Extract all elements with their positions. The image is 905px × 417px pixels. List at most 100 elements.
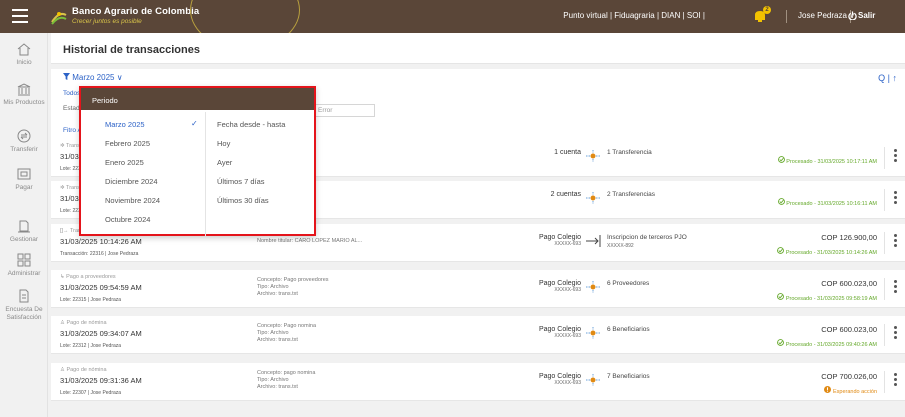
- concept-line: Tipo: Archivo: [257, 330, 289, 336]
- table-row[interactable]: ↳ Pago a proveedores 31/03/2025 09:54:59 …: [51, 270, 905, 308]
- range-option[interactable]: Fecha desde - hasta: [217, 120, 285, 139]
- period-option[interactable]: Noviembre 2024: [105, 196, 160, 215]
- distribution-icon: [585, 280, 601, 294]
- origin-account: Pago Colegio XXXXX-693: [451, 373, 581, 386]
- more-options-icon[interactable]: [891, 234, 899, 250]
- range-option[interactable]: Últimos 7 días: [217, 177, 285, 196]
- period-option-label: Marzo 2025: [105, 120, 145, 129]
- error-status-chip[interactable]: Error: [313, 104, 375, 117]
- divider: [205, 112, 206, 236]
- sidebar-item-label: Mis Productos: [3, 99, 45, 106]
- range-option[interactable]: Ayer: [217, 158, 285, 177]
- bank-logo-icon: [51, 12, 67, 25]
- sidebar-item-inicio[interactable]: Inicio: [0, 43, 48, 67]
- concept-line: Archivo: trans.txt: [257, 291, 298, 297]
- period-option[interactable]: Febrero 2025: [105, 139, 160, 158]
- distribution-icon: [585, 191, 601, 205]
- status-text: Procesado - 31/03/2025 10:14:26 AM: [785, 250, 877, 256]
- transaction-batch: Transacción: 22316 | Jose Pedraza: [60, 251, 139, 257]
- period-option[interactable]: Octubre 2024: [105, 215, 160, 234]
- status-text: Esperando acción: [832, 389, 877, 395]
- status-badge: Esperando acción: [824, 386, 877, 395]
- transaction-date: 31/03/2025 09:54:59 AM: [60, 283, 142, 292]
- origin-label: 2 cuentas: [550, 191, 581, 198]
- destination: 1 Transferencia: [607, 149, 652, 157]
- status-badge: Procesado - 31/03/2025 10:17:11 AM: [777, 156, 877, 165]
- sidebar-item-mis-productos[interactable]: Mis Productos: [0, 83, 48, 107]
- sidebar-item-administrar[interactable]: Administrar: [0, 253, 48, 278]
- top-links[interactable]: Punto virtual | Fiduagraria | DIAN | SOI…: [563, 11, 705, 20]
- origin-account: Pago Colegio XXXXX-693: [451, 326, 581, 339]
- origin-label: Pago Colegio: [538, 280, 581, 287]
- status-badge: Procesado - 31/03/2025 10:16:11 AM: [777, 198, 877, 207]
- bank-icon: [17, 83, 31, 96]
- more-options-icon[interactable]: [891, 373, 899, 389]
- sidebar-item-transferir[interactable]: Transferir: [0, 129, 48, 154]
- sidebar-item-encuesta[interactable]: Encuesta De Satisfacción: [0, 289, 48, 322]
- divider: [884, 371, 885, 393]
- origin-account: Pago Colegio XXXXX-693: [451, 234, 581, 247]
- destination: 7 Beneficiarios: [607, 373, 650, 381]
- table-row[interactable]: ♙ Pago de nómina 31/03/2025 09:34:07 AM Lo…: [51, 316, 905, 354]
- warning-icon: [824, 386, 832, 393]
- period-option-label: Enero 2025: [105, 158, 144, 167]
- origin-label: Pago Colegio: [538, 373, 581, 380]
- more-options-icon[interactable]: [891, 326, 899, 342]
- filter-icon: [63, 73, 70, 80]
- period-option[interactable]: Diciembre 2024: [105, 177, 160, 196]
- sidebar-item-label: Encuesta De Satisfacción: [5, 306, 43, 321]
- check-circle-icon: [777, 339, 785, 346]
- concept-line: Nombre titular: CARO LOPEZ MARIO AL...: [257, 238, 363, 244]
- bank-tagline: Crecer juntos es posible: [72, 18, 142, 25]
- transaction-type: ♙ Pago de nómina: [60, 320, 107, 326]
- hamburger-menu-icon[interactable]: [12, 9, 28, 23]
- pay-icon: [17, 168, 31, 180]
- search-export-icons[interactable]: Q | ↑: [878, 73, 897, 83]
- period-option-label: Octubre 2024: [105, 215, 151, 224]
- table-row[interactable]: ♙ Pago de nómina 31/03/2025 09:31:36 AM Lo…: [51, 363, 905, 401]
- range-option[interactable]: Últimos 30 días: [217, 196, 285, 215]
- period-option-label: Diciembre 2024: [105, 177, 158, 186]
- concept-line: Archivo: trans.txt: [257, 384, 298, 390]
- bank-name: Banco Agrario de Colombia: [72, 6, 200, 17]
- sidebar-item-label: Transferir: [10, 146, 38, 153]
- status-badge: Procesado - 31/03/2025 09:58:19 AM: [777, 293, 877, 302]
- origin-number: XXXXX-693: [554, 287, 581, 293]
- more-options-icon[interactable]: [891, 149, 899, 165]
- range-options: Fecha desde - hasta Hoy Ayer Últimos 7 días…: [217, 120, 285, 215]
- status-text: Procesado - 31/03/2025 10:17:11 AM: [786, 159, 877, 165]
- transfer-arrow-icon: [585, 234, 601, 248]
- check-circle-icon: [777, 198, 785, 205]
- origin-number: XXXXX-693: [554, 333, 581, 339]
- period-filter[interactable]: Marzo 2025 ∨: [63, 73, 123, 82]
- notifications-badge: 2: [763, 6, 771, 14]
- check-circle-icon: [777, 247, 785, 254]
- power-icon: [848, 11, 857, 20]
- divider: [884, 278, 885, 300]
- destination-number: XXXXX-892: [607, 243, 634, 249]
- more-options-icon[interactable]: [891, 191, 899, 207]
- period-option[interactable]: Enero 2025: [105, 158, 160, 177]
- sidebar-item-label: Pagar: [15, 184, 33, 191]
- destination-label: 1 Transferencia: [607, 149, 652, 156]
- notifications-icon[interactable]: 2: [752, 6, 771, 24]
- user-menu[interactable]: Jose Pedraza ∨: [798, 11, 855, 20]
- transaction-batch: Lote: 22312 | Jose Pedraza: [60, 343, 122, 349]
- brand[interactable]: Banco Agrario de Colombia Crecer juntos …: [72, 6, 199, 25]
- transaction-date: 31/03/2025 09:31:36 AM: [60, 376, 142, 385]
- transfer-icon: [17, 129, 31, 143]
- transaction-concept: Concepto: Pago proveedores Tipo: Archivo A…: [257, 277, 329, 298]
- logout-button[interactable]: Salir: [858, 11, 875, 20]
- destination: Inscripcion de terceros PJO XXXXX-892: [607, 234, 687, 250]
- concept-line: Archivo: trans.txt: [257, 337, 298, 343]
- top-bar: Banco Agrario de Colombia Crecer juntos …: [0, 0, 905, 50]
- range-option[interactable]: Hoy: [217, 139, 285, 158]
- sidebar-item-pagar[interactable]: Pagar: [0, 167, 48, 192]
- page-title: Historial de transacciones: [63, 44, 200, 56]
- transaction-date: 31/03/2025 10:14:26 AM: [60, 237, 142, 246]
- sidebar-item-gestionar[interactable]: Gestionar: [0, 219, 48, 244]
- more-options-icon[interactable]: [891, 280, 899, 296]
- period-option[interactable]: Marzo 2025 ✓: [105, 119, 198, 139]
- divider: [786, 10, 787, 23]
- period-filter-label: Marzo 2025 ∨: [72, 73, 123, 82]
